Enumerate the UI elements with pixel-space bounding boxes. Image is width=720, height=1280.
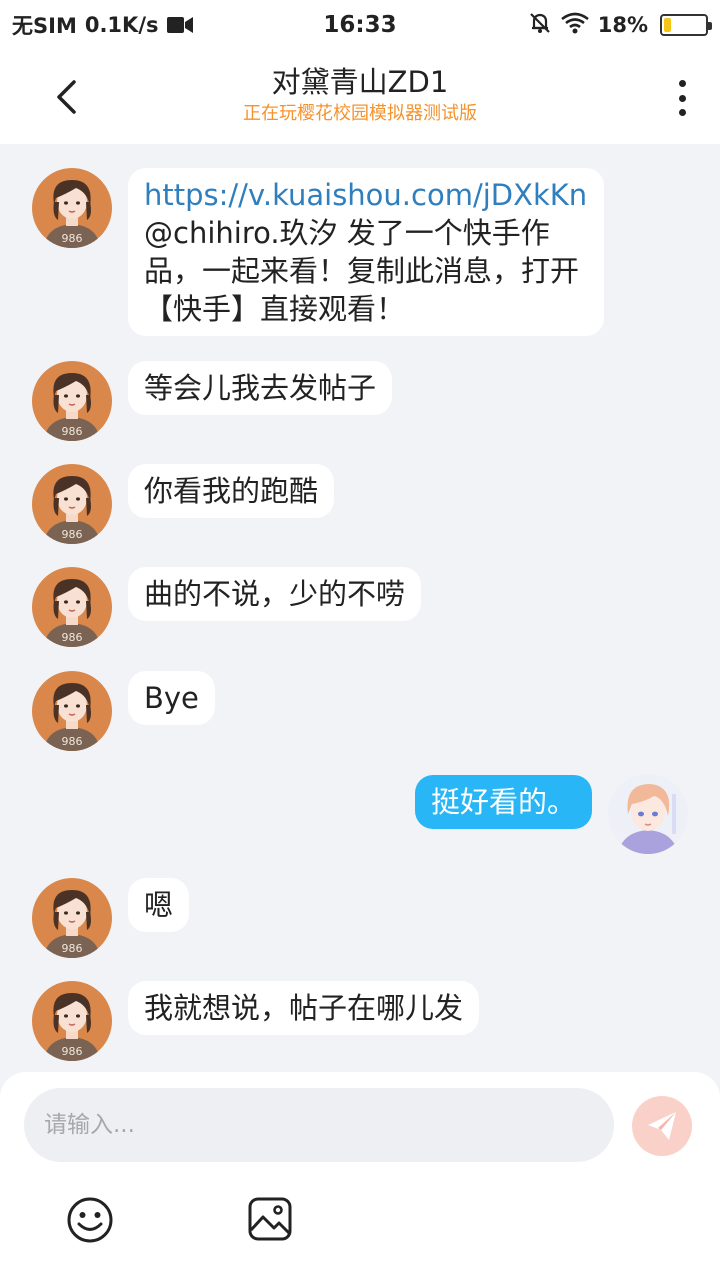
image-icon [248, 1197, 292, 1241]
network-speed: 0.1K/s [84, 13, 159, 37]
status-bar: 无SIM 0.1K/s 16:33 18% [0, 0, 720, 50]
battery-fill [664, 18, 671, 32]
message-bubble[interactable]: 你看我的跑酷 [128, 464, 335, 518]
svg-text:986: 986 [62, 425, 83, 438]
status-right: 18% [528, 11, 712, 40]
message-text: @chihiro.玖汐 发了一个快手作品，一起来看！复制此消息，打开【快手】直接… [144, 216, 580, 326]
svg-text:986: 986 [62, 1045, 83, 1058]
more-dot [678, 109, 686, 116]
message-bubble[interactable]: 曲的不说，少的不唠 [128, 567, 422, 621]
contact-avatar[interactable]: 986 [32, 567, 112, 647]
more-vertical-icon[interactable] [672, 76, 692, 120]
more-dot [678, 94, 686, 102]
svg-text:986: 986 [62, 942, 83, 955]
input-panel [0, 1072, 720, 1280]
message-list[interactable]: 986 https://v.kuaishou.com/jDXkKn @chihir… [0, 144, 720, 1074]
chat-header: 对黛青山ZD1 正在玩樱花校园模拟器测试版 [0, 50, 720, 144]
chat-subtitle: 正在玩樱花校园模拟器测试版 [243, 103, 477, 124]
wifi-icon [560, 12, 590, 39]
svg-text:986: 986 [62, 232, 83, 245]
svg-text:986: 986 [62, 735, 83, 748]
message-bubble[interactable]: 我就想说，帖子在哪儿发 [128, 981, 480, 1035]
video-camera-icon [166, 16, 193, 34]
contact-avatar[interactable]: 986 [32, 671, 112, 751]
contact-avatar[interactable]: 986 [32, 981, 112, 1061]
svg-text:986: 986 [62, 631, 83, 644]
my-avatar[interactable] [608, 774, 688, 854]
image-button[interactable] [247, 1196, 293, 1242]
carrier-text: 无SIM [12, 14, 77, 38]
more-dot [678, 80, 686, 87]
svg-text:986: 986 [62, 528, 83, 541]
emoji-icon [67, 1197, 113, 1243]
message-bubble-outgoing[interactable]: 挺好看的。 [414, 775, 592, 829]
send-icon [648, 1112, 676, 1140]
contact-avatar[interactable]: 986 [32, 168, 112, 248]
chat-title: 对黛青山ZD1 [271, 65, 449, 99]
contact-avatar[interactable]: 986 [32, 361, 112, 441]
send-button[interactable] [632, 1096, 692, 1156]
message-link[interactable]: https://v.kuaishou.com/jDXkKn [144, 178, 587, 212]
battery-icon [660, 14, 712, 36]
mute-bell-icon [528, 11, 552, 40]
message-bubble[interactable]: 等会儿我去发帖子 [128, 361, 393, 415]
message-bubble[interactable]: 嗯 [128, 878, 190, 932]
contact-avatar[interactable]: 986 [32, 464, 112, 544]
battery-percent: 18% [597, 13, 648, 37]
status-left: 无SIM 0.1K/s [12, 10, 193, 40]
contact-avatar[interactable]: 986 [32, 878, 112, 958]
message-bubble[interactable]: Bye [128, 671, 215, 725]
title-block: 对黛青山ZD1 正在玩樱花校园模拟器测试版 [0, 62, 720, 126]
message-bubble[interactable]: https://v.kuaishou.com/jDXkKn @chihiro.玖汐… [128, 168, 604, 336]
emoji-button[interactable] [66, 1196, 114, 1244]
message-input[interactable] [24, 1088, 614, 1162]
